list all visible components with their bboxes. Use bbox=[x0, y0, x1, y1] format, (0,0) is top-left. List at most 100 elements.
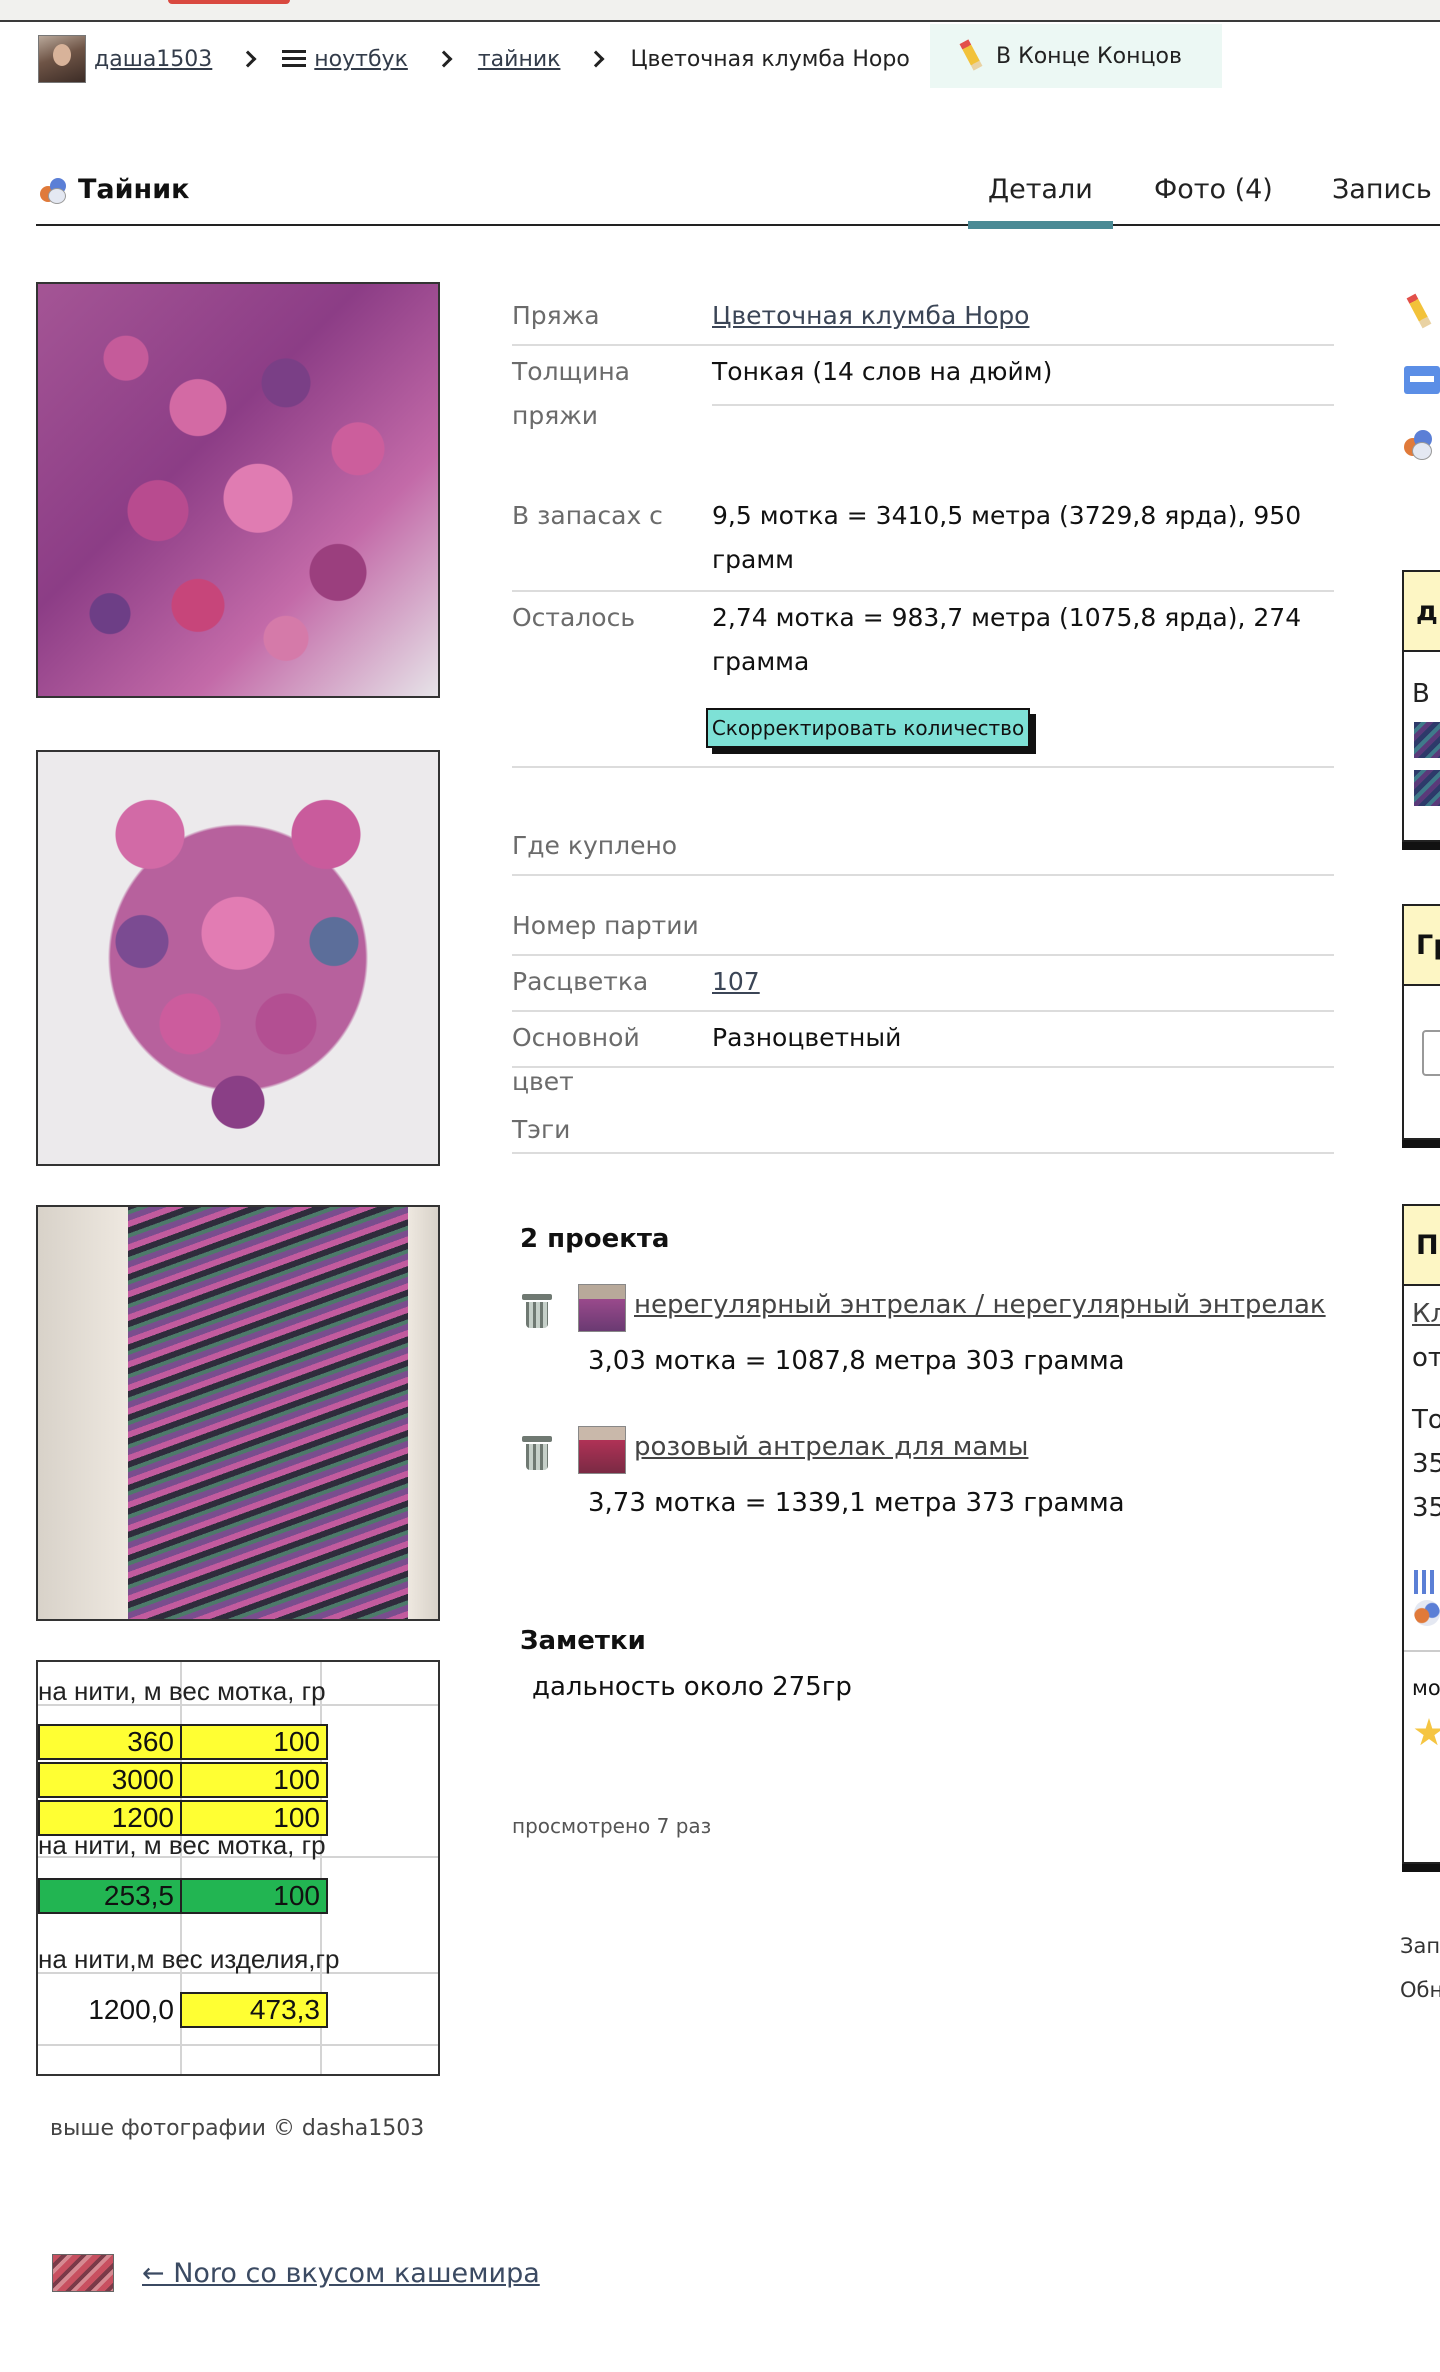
yarn-balls-icon bbox=[40, 178, 68, 204]
right-panel-2: Гр bbox=[1402, 904, 1440, 1140]
stash-photo-2[interactable] bbox=[36, 750, 440, 1166]
panel-text: 35 bbox=[1412, 1493, 1440, 1523]
panel-footer: мо bbox=[1404, 1650, 1440, 1700]
notes-text: дальность около 275гр bbox=[532, 1672, 852, 1702]
panel-heading: Пр bbox=[1404, 1206, 1440, 1286]
photo-credit: выше фотографии © dasha1503 bbox=[50, 2116, 425, 2141]
chevron-right-icon bbox=[239, 50, 257, 68]
detail-label: Тэги bbox=[512, 1115, 571, 1144]
detail-value: Цветочная клумба Норо bbox=[712, 294, 1312, 338]
detail-row-lot: Номер партии bbox=[512, 876, 1334, 956]
detail-value: Разноцветный bbox=[712, 1023, 902, 1052]
detail-label: Где куплено bbox=[512, 831, 678, 860]
detail-row-weight: Толщина пряжи Тонкая (14 слов на дюйм) bbox=[512, 346, 1334, 430]
panel-text: В bbox=[1412, 679, 1430, 709]
detail-row-tags: Тэги bbox=[512, 1068, 1334, 1154]
top-bar bbox=[0, 0, 1440, 22]
tab-details[interactable]: Детали bbox=[968, 174, 1113, 229]
stash-photo-3[interactable] bbox=[36, 1205, 440, 1621]
yarn-link[interactable]: Цветочная клумба Норо bbox=[712, 301, 1029, 330]
sheet-header: на нити, м вес мотка, гр bbox=[38, 1676, 326, 1706]
detail-label: Расцветка bbox=[512, 967, 649, 996]
detail-row-stash: В запасах с 9,5 мотка = 3410,5 метра (37… bbox=[512, 490, 1334, 592]
meta-updated: Обн bbox=[1400, 1978, 1440, 2002]
sheet-cell: 100 bbox=[180, 1878, 328, 1914]
sheet-cell: 360 bbox=[38, 1724, 182, 1760]
project-amount: 3,73 мотка = 1339,1 метра 373 грамма bbox=[588, 1488, 1125, 1518]
detail-label: Осталось bbox=[512, 603, 636, 632]
stash-photo-1[interactable] bbox=[36, 282, 440, 698]
detail-value: 9,5 мотка = 3410,5 метра (3729,8 ярда), … bbox=[712, 501, 1302, 574]
page-header: Тайник Детали Фото (4) Запись Б bbox=[36, 160, 1440, 229]
panel-thumbnail[interactable] bbox=[1414, 722, 1440, 758]
detail-value: Тонкая (14 слов на дюйм) bbox=[712, 350, 1334, 406]
detail-row-colorway: Расцветка 107 bbox=[512, 956, 1334, 1012]
right-panel-1: ды В bbox=[1402, 570, 1440, 842]
panel-heading: ды bbox=[1404, 572, 1440, 652]
detail-label: В запасах с bbox=[512, 501, 663, 530]
prev-stash-thumbnail[interactable] bbox=[52, 2254, 114, 2292]
breadcrumb-stash-link[interactable]: тайник bbox=[478, 47, 561, 72]
detail-row-main-color: Основной цвет Разноцветный bbox=[512, 1012, 1334, 1096]
sheet-cell: 1200,0 bbox=[38, 1992, 182, 2028]
tab-photos[interactable]: Фото (4) bbox=[1154, 174, 1273, 205]
page-title: Тайник bbox=[78, 174, 190, 205]
panel-text: от bbox=[1412, 1343, 1440, 1373]
trash-icon[interactable] bbox=[520, 1434, 554, 1472]
detail-label: Пряжа bbox=[512, 301, 600, 330]
detail-row-yarn: Пряжа Цветочная клумба Норо bbox=[512, 290, 1334, 346]
chevron-right-icon bbox=[587, 50, 605, 68]
view-count: просмотрено 7 раз bbox=[512, 1814, 712, 1838]
chevron-right-icon bbox=[435, 50, 453, 68]
edit-pencil-icon[interactable] bbox=[1400, 292, 1440, 332]
project-link[interactable]: нерегулярный энтрелак / нерегулярный энт… bbox=[634, 1290, 1326, 1320]
grid-icon bbox=[1414, 1570, 1438, 1594]
panel-thumbnail[interactable] bbox=[1414, 770, 1440, 806]
panel-heading: Гр bbox=[1404, 906, 1440, 986]
right-panel-3: Пр Кл от То 35 35 мо bbox=[1402, 1204, 1440, 1864]
project-thumbnail[interactable] bbox=[578, 1426, 626, 1474]
panel-link[interactable]: Кл bbox=[1404, 1292, 1440, 1336]
sheet-cell: 253,5 bbox=[38, 1878, 182, 1914]
tag-button-label: В Конце Концов bbox=[996, 43, 1182, 69]
panel-text: То bbox=[1412, 1405, 1440, 1435]
sheet-gridline bbox=[38, 2044, 438, 2046]
stash-photo-4[interactable]: на нити, м вес мотка, гр 360 100 3000 10… bbox=[36, 1660, 440, 2076]
yarn-balls-icon bbox=[1414, 1600, 1440, 1626]
breadcrumb-notebook-link[interactable]: ноутбук bbox=[314, 47, 408, 72]
breadcrumb: даша1503 ноутбук тайник Цветочная клумба… bbox=[38, 30, 910, 88]
notes-heading: Заметки bbox=[520, 1626, 646, 1656]
pencil-icon bbox=[959, 39, 983, 71]
avatar[interactable] bbox=[38, 35, 86, 83]
projects-heading: 2 проекта bbox=[520, 1224, 670, 1254]
breadcrumb-current: Цветочная клумба Норо bbox=[630, 46, 910, 72]
adjust-quantity-button[interactable]: Скорректировать количество bbox=[706, 708, 1030, 748]
sheet-header: на нити, м вес мотка, гр bbox=[38, 1830, 326, 1860]
yarn-balls-icon[interactable] bbox=[1400, 424, 1440, 464]
menu-icon bbox=[282, 50, 307, 68]
panel-input[interactable] bbox=[1422, 1030, 1440, 1076]
detail-label: Номер партии bbox=[512, 911, 699, 940]
breadcrumb-user-link[interactable]: даша1503 bbox=[94, 47, 212, 72]
colorway-link[interactable]: 107 bbox=[712, 967, 760, 996]
star-icon[interactable] bbox=[1414, 1718, 1440, 1746]
sheet-header: на нити,м вес изделия,гр bbox=[38, 1944, 340, 1974]
tab-blog[interactable]: Запись Б bbox=[1332, 174, 1440, 205]
prev-stash-link[interactable]: ← Noro со вкусом кашемира bbox=[142, 2258, 540, 2289]
meta-created: Зап bbox=[1400, 1934, 1440, 1958]
detail-row-bought: Где куплено bbox=[512, 768, 1334, 876]
project-amount: 3,03 мотка = 1087,8 метра 303 грамма bbox=[588, 1346, 1125, 1376]
project-thumbnail[interactable] bbox=[578, 1284, 626, 1332]
sheet-cell: 100 bbox=[180, 1724, 328, 1760]
sheet-cell: 473,3 bbox=[180, 1992, 328, 2028]
panel-text: 35 bbox=[1412, 1449, 1440, 1479]
sheet-cell: 100 bbox=[180, 1762, 328, 1798]
tag-button[interactable]: В Конце Концов bbox=[930, 24, 1222, 88]
detail-value: 2,74 мотка = 983,7 метра (1075,8 ярда), … bbox=[712, 603, 1302, 676]
photo-upload-icon[interactable] bbox=[1400, 360, 1440, 400]
trash-icon[interactable] bbox=[520, 1292, 554, 1330]
detail-label: Толщина пряжи bbox=[512, 357, 631, 430]
top-accent bbox=[168, 0, 290, 4]
project-link[interactable]: розовый антрелак для мамы bbox=[634, 1432, 1028, 1462]
prev-stash-nav: ← Noro со вкусом кашемира bbox=[52, 2254, 540, 2292]
